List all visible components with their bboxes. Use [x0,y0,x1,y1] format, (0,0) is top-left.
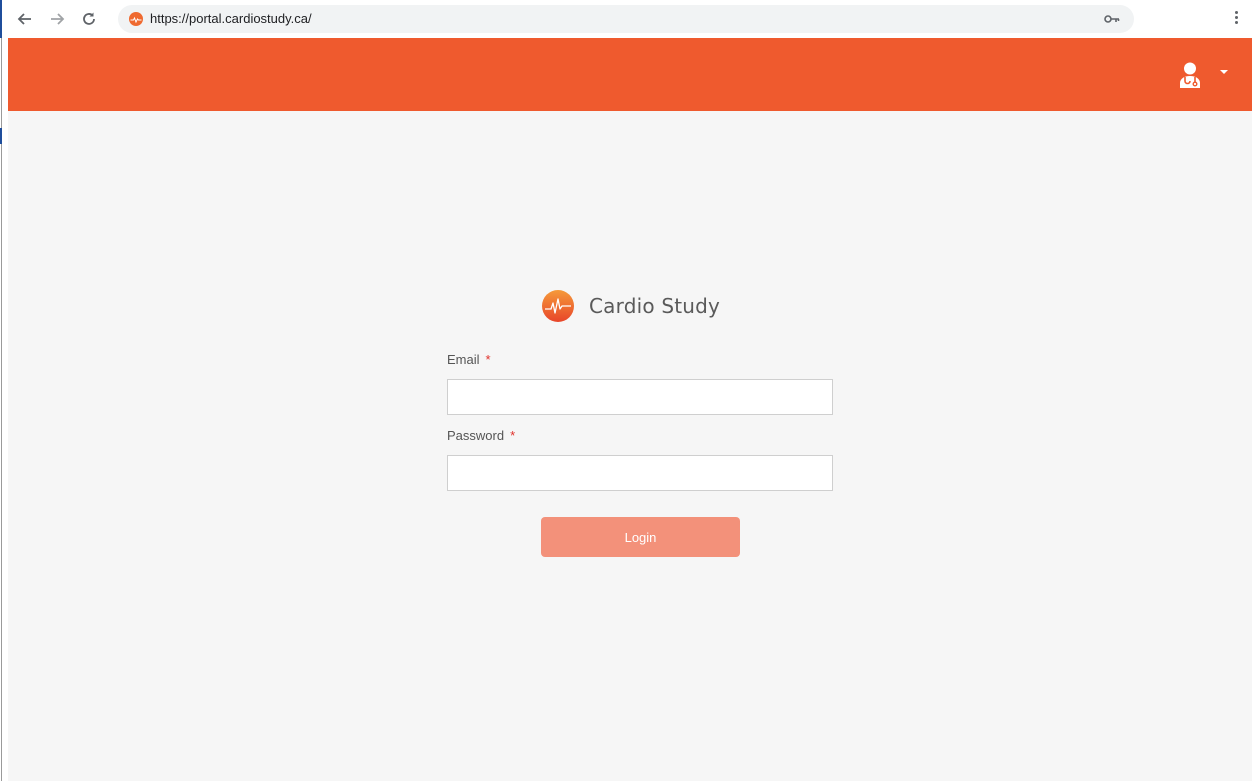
edge-line [1,38,2,781]
key-icon[interactable] [1104,12,1120,26]
back-button[interactable] [14,8,36,30]
doctor-avatar-icon [1180,62,1200,88]
email-required-marker: * [485,352,491,367]
site-favicon-icon [129,12,143,26]
login-button[interactable]: Login [541,517,740,557]
edge-accent-top [0,0,2,38]
kebab-menu-icon[interactable] [1230,9,1242,29]
email-field[interactable] [447,379,833,415]
reload-icon [83,12,95,25]
address-bar[interactable]: https://portal.cardiostudy.ca/ [118,5,1134,33]
email-label: Email * [447,352,491,367]
password-required-marker: * [510,428,516,443]
url-text[interactable]: https://portal.cardiostudy.ca/ [150,11,312,27]
password-label-text: Password [447,428,505,443]
brand-name: Cardio Study [589,294,721,318]
edge-accent-mid [0,128,2,144]
password-field[interactable] [447,455,833,491]
password-label: Password * [447,428,515,443]
window-left-edge [0,0,3,781]
forward-button[interactable] [46,8,68,30]
chevron-down-icon [1220,70,1228,74]
arrow-left-icon [17,13,31,25]
heartbeat-logo-icon [542,290,574,322]
arrow-right-icon [51,13,65,25]
reload-button[interactable] [78,8,100,30]
browser-toolbar: https://portal.cardiostudy.ca/ [8,0,1252,39]
brand: Cardio Study [541,289,720,323]
login-page: Cardio Study Email * Password * Login [8,111,1252,781]
app-header [8,38,1252,111]
user-menu-button[interactable] [1178,62,1228,88]
email-label-text: Email [447,352,480,367]
